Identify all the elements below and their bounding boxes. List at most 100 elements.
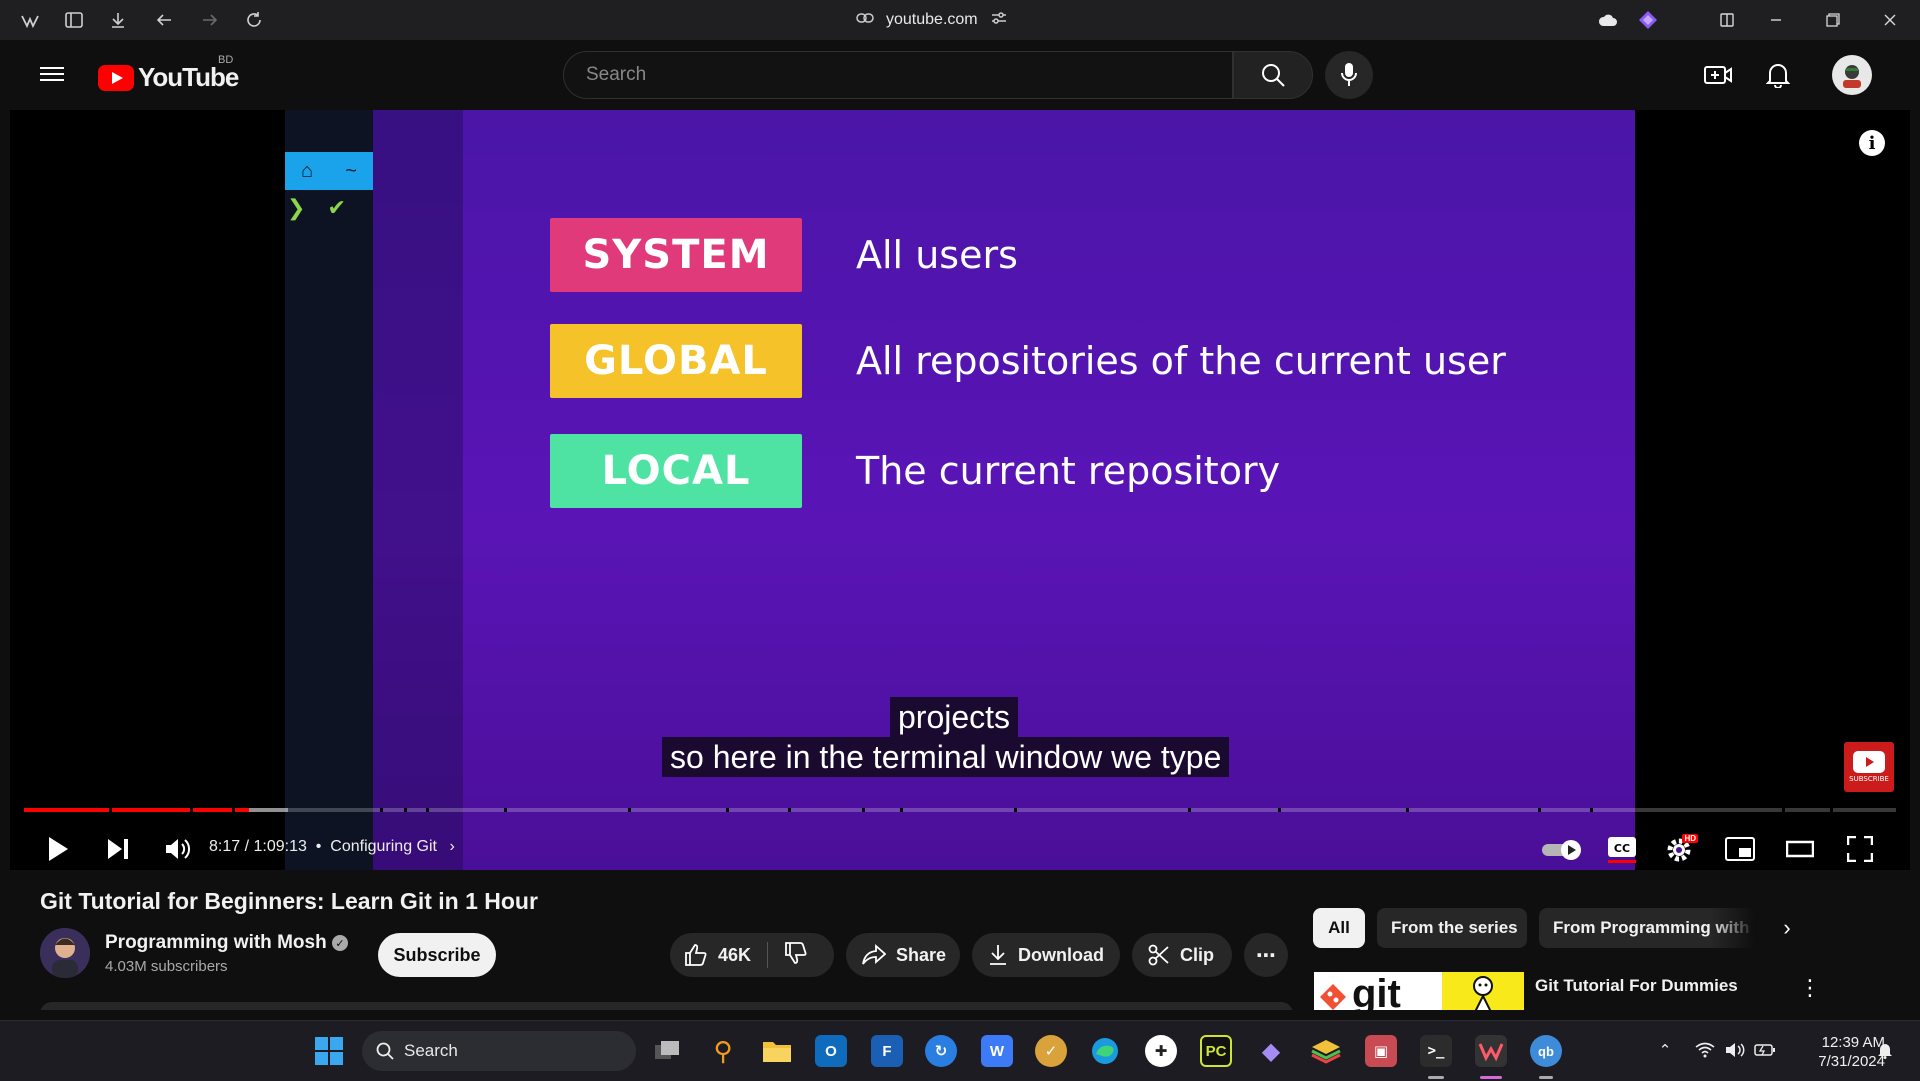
chip-from-series[interactable]: From the series [1377, 908, 1527, 948]
pycharm-icon[interactable]: PC [1200, 1035, 1232, 1067]
qbittorrent-icon[interactable]: qb [1530, 1035, 1562, 1067]
chapter-marker [380, 808, 383, 812]
downloads-icon[interactable] [106, 8, 130, 32]
battery-icon[interactable] [1754, 1039, 1776, 1061]
voice-search-button[interactable] [1325, 51, 1373, 99]
volume-tray-icon[interactable] [1724, 1039, 1746, 1061]
play-button[interactable] [40, 830, 76, 868]
chevron-up-icon[interactable]: ⌃ [1654, 1039, 1676, 1061]
more-vertical-icon[interactable]: ⋮ [1799, 974, 1821, 1002]
terminal-icon[interactable]: >_ [1420, 1035, 1452, 1067]
fullscreen-button[interactable] [1840, 830, 1880, 868]
chip-all[interactable]: All [1313, 908, 1365, 948]
channel-avatar[interactable] [40, 928, 90, 978]
chapter-title[interactable]: Configuring Git [330, 838, 437, 855]
reload-icon[interactable] [242, 8, 266, 32]
sync-app-icon[interactable]: ↻ [925, 1035, 957, 1067]
description-box[interactable] [40, 1002, 1293, 1010]
diamond-extension-icon[interactable] [1636, 8, 1660, 32]
settings-button[interactable]: HD [1660, 830, 1700, 868]
video-player[interactable]: ⌂ ~ ❯ ✔ SYSTEM All users GLOBAL All repos… [10, 110, 1910, 870]
share-button[interactable]: Share [846, 933, 960, 977]
autoplay-toggle[interactable] [1538, 830, 1586, 868]
start-button[interactable] [315, 1037, 343, 1065]
f-app-icon[interactable]: F [871, 1035, 903, 1067]
next-button[interactable] [100, 830, 136, 868]
chevron-right-icon[interactable]: › [449, 838, 454, 855]
task-view-icon[interactable] [651, 1035, 683, 1067]
minimize-icon[interactable] [1758, 6, 1794, 34]
account-avatar[interactable] [1832, 55, 1872, 95]
forward-icon[interactable] [198, 8, 222, 32]
mute-button[interactable] [160, 830, 196, 868]
create-video-icon [1704, 66, 1732, 84]
tasks-app-icon[interactable]: ✓ [1035, 1035, 1067, 1067]
chapter-marker [1830, 808, 1833, 812]
dislike-button[interactable] [784, 941, 808, 970]
clock-time: 12:39 AM [1821, 1034, 1885, 1051]
sidebar-toggle-icon[interactable] [62, 8, 86, 32]
like-button[interactable]: 46K [684, 943, 751, 967]
crystal-app-icon[interactable]: ◆ [1255, 1035, 1287, 1067]
svg-text:CC: CC [1614, 842, 1630, 855]
miniplayer-button[interactable] [1720, 830, 1760, 868]
browser-logo-icon[interactable] [18, 8, 42, 32]
back-icon[interactable] [152, 8, 176, 32]
progress-played [24, 808, 249, 812]
chips-next-icon[interactable]: › [1772, 912, 1802, 944]
captions-button[interactable]: CC [1602, 830, 1642, 868]
file-explorer-icon[interactable] [761, 1035, 793, 1067]
split-view-icon[interactable] [1709, 6, 1745, 34]
search-input[interactable] [584, 63, 1232, 87]
info-icon[interactable]: i [1859, 130, 1885, 156]
outlook-icon[interactable]: O [815, 1035, 847, 1067]
time-total: 1:09:13 [253, 838, 307, 855]
chapter-marker [426, 808, 429, 812]
taskbar-search[interactable]: Search [362, 1031, 636, 1071]
wifi-icon[interactable] [1694, 1039, 1716, 1061]
related-thumbnail[interactable]: git [1314, 972, 1524, 1010]
site-settings-icon[interactable] [990, 10, 1008, 31]
youtube-logo[interactable]: YouTube [98, 62, 239, 93]
clip-button[interactable]: Clip [1132, 933, 1232, 977]
chapter-marker [404, 808, 407, 812]
cloud-extension-icon[interactable] [1596, 8, 1620, 32]
like-dislike-group: 46K [670, 933, 834, 977]
layers-app-icon[interactable] [1310, 1035, 1342, 1067]
search-app-icon[interactable]: ⚲ [707, 1035, 739, 1067]
search-box[interactable] [563, 51, 1233, 99]
theater-mode-button[interactable] [1780, 830, 1820, 868]
more-actions-button[interactable]: ⋯ [1244, 933, 1288, 977]
edge-icon[interactable] [1089, 1035, 1121, 1067]
notification-bell-icon[interactable] [1874, 1039, 1896, 1061]
menu-icon[interactable] [40, 63, 64, 87]
miniplayer-icon [1725, 837, 1755, 861]
related-video-title[interactable]: Git Tutorial For Dummies [1535, 976, 1738, 996]
thumbs-down-icon [785, 941, 807, 964]
address-bar[interactable]: youtube.com [856, 6, 1036, 34]
share-icon [862, 944, 886, 965]
chip-from-channel[interactable]: From Programming with M [1539, 908, 1755, 948]
create-button[interactable] [1700, 57, 1736, 93]
pinwheel-app-icon[interactable]: ✚ [1145, 1035, 1177, 1067]
search-button[interactable] [1233, 51, 1313, 99]
channel-name[interactable]: Programming with Mosh [105, 932, 327, 954]
chapter-marker [788, 808, 791, 812]
notifications-button[interactable] [1760, 57, 1796, 93]
chapter-marker [1278, 808, 1281, 812]
windows-taskbar: Search ⚲ O F ↻ W ✓ ✚ PC ◆ ▣ >_ qb ⌃ 12:3… [0, 1020, 1920, 1081]
download-button[interactable]: Download [972, 933, 1120, 977]
scope-badge: GLOBAL [550, 324, 802, 398]
progress-bar[interactable] [24, 808, 1896, 812]
browser-toolbar: youtube.com [0, 0, 1920, 40]
browser-app-icon[interactable] [1475, 1035, 1507, 1067]
subscribe-watermark[interactable]: SUBSCRIBE [1844, 742, 1894, 792]
taskbar-clock[interactable]: 12:39 AM 7/31/2024 [1785, 1033, 1885, 1071]
calendar-app-icon[interactable]: ▣ [1365, 1035, 1397, 1067]
subscribe-button[interactable]: Subscribe [378, 933, 496, 977]
restore-icon[interactable] [1815, 6, 1851, 34]
w-app-icon[interactable]: W [981, 1035, 1013, 1067]
close-icon[interactable] [1872, 6, 1908, 34]
dummies-tile [1442, 972, 1524, 1010]
skip-next-icon [108, 839, 128, 859]
